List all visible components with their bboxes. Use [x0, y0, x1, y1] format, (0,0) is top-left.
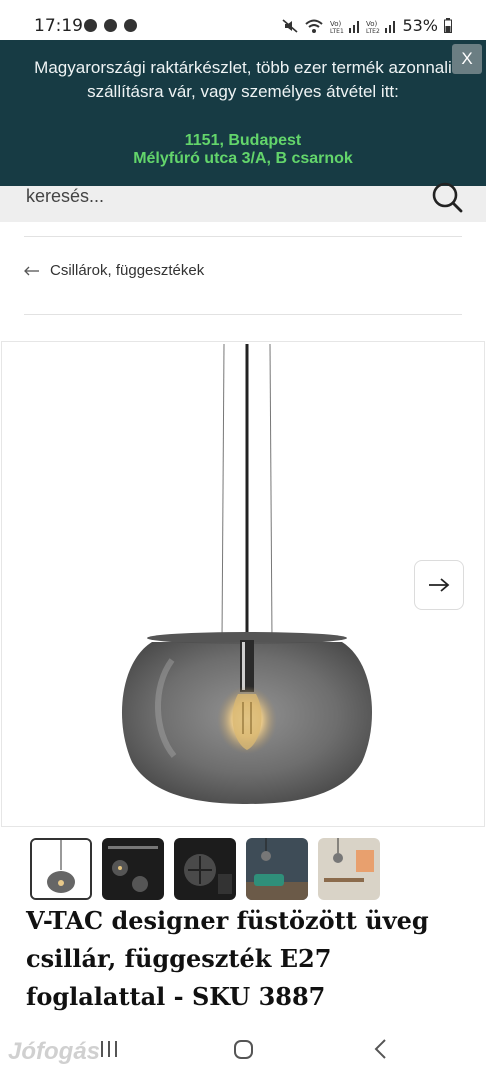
banner-close-button[interactable]: X [452, 44, 482, 74]
watermark-logo: Jófogás [8, 1038, 101, 1065]
breadcrumb-link[interactable]: Csillárok, függesztékek [50, 262, 204, 279]
recent-apps-icon[interactable] [98, 1038, 120, 1060]
arrow-left-icon [24, 266, 39, 275]
divider [24, 236, 462, 237]
svg-text:Vo): Vo) [330, 20, 342, 28]
facebook-icon [124, 19, 137, 32]
search-icon[interactable] [430, 180, 464, 214]
search-bar[interactable]: keresés... [0, 182, 486, 222]
promo-banner: Magyarországi raktárkészlet, több ezer t… [0, 40, 486, 186]
svg-text:LTE1: LTE1 [330, 28, 344, 34]
thumbnail-1[interactable] [30, 838, 92, 900]
home-icon[interactable] [232, 1038, 256, 1062]
promo-text: Magyarországi raktárkészlet, több ezer t… [34, 58, 452, 101]
dining-room-thumbnail [318, 838, 380, 900]
status-indicators: Vo) LTE1 Vo) LTE2 53% [282, 16, 452, 35]
svg-text:LTE2: LTE2 [366, 28, 380, 34]
viber-icon [104, 19, 117, 32]
smoky-glass-pendant-thumbnail [32, 840, 90, 898]
promo-city: 1151, Budapest [184, 132, 302, 149]
breadcrumb[interactable]: Csillárok, függesztékek [24, 262, 204, 279]
product-box-thumbnail [174, 838, 236, 900]
back-icon[interactable] [372, 1038, 390, 1060]
mute-icon [282, 18, 298, 33]
next-image-button[interactable] [414, 560, 464, 610]
thumbnail-2[interactable] [102, 838, 164, 900]
facebook-icon [84, 19, 97, 32]
status-time: 17:19 [34, 16, 83, 36]
product-title: V-TAC designer füstözött üveg csillár, f… [26, 906, 429, 1011]
battery-percent: 53% [402, 16, 438, 35]
promo-address: Mélyfúró utca 3/A, B csarnok [133, 150, 353, 167]
thumbnail-4[interactable] [246, 838, 308, 900]
arrow-right-icon [429, 578, 450, 592]
living-room-thumbnail [246, 838, 308, 900]
volte-signal-icon: Vo)LTE1 [330, 20, 360, 34]
divider [24, 314, 462, 315]
status-bar: 17:19 Vo) LTE1 Vo) LTE2 53% [0, 0, 486, 42]
volte-signal-icon: Vo)LTE2 [366, 20, 396, 34]
product-image[interactable] [1, 341, 485, 827]
svg-text:Vo): Vo) [366, 20, 378, 28]
thumbnail-5[interactable] [318, 838, 380, 900]
product-box-thumbnail [102, 838, 164, 900]
thumbnail-row [30, 838, 380, 900]
battery-icon [444, 18, 452, 33]
pendant-lamp-image [121, 343, 373, 804]
search-input[interactable]: keresés... [26, 186, 104, 207]
thumbnail-3[interactable] [174, 838, 236, 900]
wifi-icon [305, 19, 324, 33]
